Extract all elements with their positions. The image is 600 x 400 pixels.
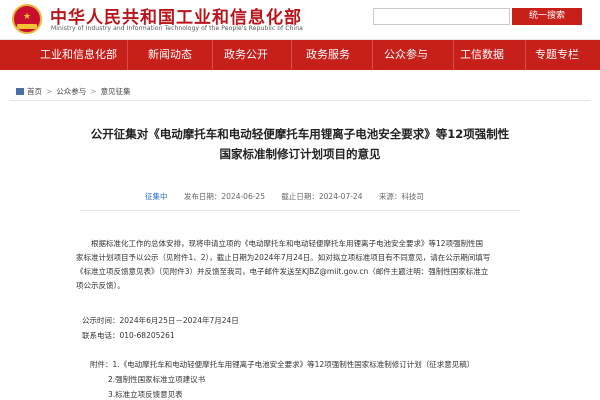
nav-item-government-affairs[interactable]: 政务公开 xyxy=(224,40,268,70)
nav-item-public-participation[interactable]: 公众参与 xyxy=(384,40,428,70)
search-input[interactable] xyxy=(373,8,510,25)
breadcrumb-public-participation[interactable]: 公众参与 xyxy=(56,87,86,96)
attachment-link[interactable]: 3.标准立项反馈意见表 xyxy=(108,389,183,400)
nav-divider xyxy=(127,40,128,70)
publish-date: 发布日期：2024-06-25 xyxy=(183,192,265,201)
site-subtitle: Ministry of Industry and Information Tec… xyxy=(51,25,303,32)
status-badge: 征集中 xyxy=(145,192,168,201)
breadcrumb-divider xyxy=(10,100,590,101)
article-title-line2: 国家标准制修订计划项目的意见 xyxy=(219,147,381,161)
nav-divider xyxy=(212,40,213,70)
search-button[interactable]: 统一搜索 xyxy=(512,8,582,25)
nav-item-news[interactable]: 新闻动态 xyxy=(148,40,192,70)
breadcrumb-separator: > xyxy=(46,87,53,96)
breadcrumb-separator: > xyxy=(90,87,97,96)
breadcrumb: 首页 > 公众参与 > 意见征集 xyxy=(16,86,131,97)
nav-item-special-topics[interactable]: 专题专栏 xyxy=(535,40,579,70)
main-nav: 工业和信息化部 新闻动态 政务公开 政务服务 公众参与 工信数据 专题专栏 xyxy=(0,40,600,70)
national-emblem-icon[interactable]: ★ xyxy=(12,4,42,34)
nav-divider xyxy=(453,40,454,70)
emblem-star-icon: ★ xyxy=(22,12,32,22)
body-line: 项公示反馈）。 xyxy=(76,281,125,290)
breadcrumb-home[interactable]: 首页 xyxy=(27,87,42,96)
nav-divider xyxy=(291,40,292,70)
nav-divider xyxy=(525,40,526,70)
nav-item-ministry[interactable]: 工业和信息化部 xyxy=(40,40,117,70)
attachment-link[interactable]: 2.强制性国家标准立项建议书 xyxy=(108,374,205,385)
deadline-date: 截止日期：2024-07-24 xyxy=(281,192,363,201)
attachment-link[interactable]: 附件：1.《电动摩托车和电动轻便摩托车用锂离子电池安全要求》等12项强制性国家标… xyxy=(90,359,474,370)
body-line: 《标准立项反馈意见表》（见附件3）并反馈至我司，电子邮件发送至KJBZ@miit… xyxy=(76,267,489,276)
article-title-line1: 公开征集对《电动摩托车和电动轻便摩托车用锂离子电池安全要求》等12项强制性 xyxy=(90,127,510,141)
article-source: 来源：科技司 xyxy=(378,192,424,201)
nav-item-data[interactable]: 工信数据 xyxy=(460,40,504,70)
body-line: 家标准计划项目予以公示（见附件1、2），截止日期为2024年7月24日。如对拟立… xyxy=(76,253,491,262)
breadcrumb-consultation[interactable]: 意见征集 xyxy=(101,87,131,96)
article-meta: 征集中 发布日期：2024-06-25 截止日期：2024-07-24 来源：科… xyxy=(145,191,438,202)
contact-phone: 联系电话：010-68205261 xyxy=(82,331,175,340)
article-body: 根据标准化工作的总体安排，现将申请立项的《电动摩托车和电动轻便摩托车用锂离子电池… xyxy=(76,237,546,293)
consultation-period: 公示时间：2024年6月25日－2024年7月24日 xyxy=(82,316,239,325)
meta-divider xyxy=(80,210,520,211)
emblem-base xyxy=(17,24,37,29)
home-icon xyxy=(16,88,24,95)
body-line: 根据标准化工作的总体安排，现将申请立项的《电动摩托车和电动轻便摩托车用锂离子电池… xyxy=(91,239,484,248)
nav-item-government-services[interactable]: 政务服务 xyxy=(306,40,350,70)
nav-divider xyxy=(372,40,373,70)
site-header: ★ 中华人民共和国工业和信息化部 Ministry of Industry an… xyxy=(0,0,600,40)
